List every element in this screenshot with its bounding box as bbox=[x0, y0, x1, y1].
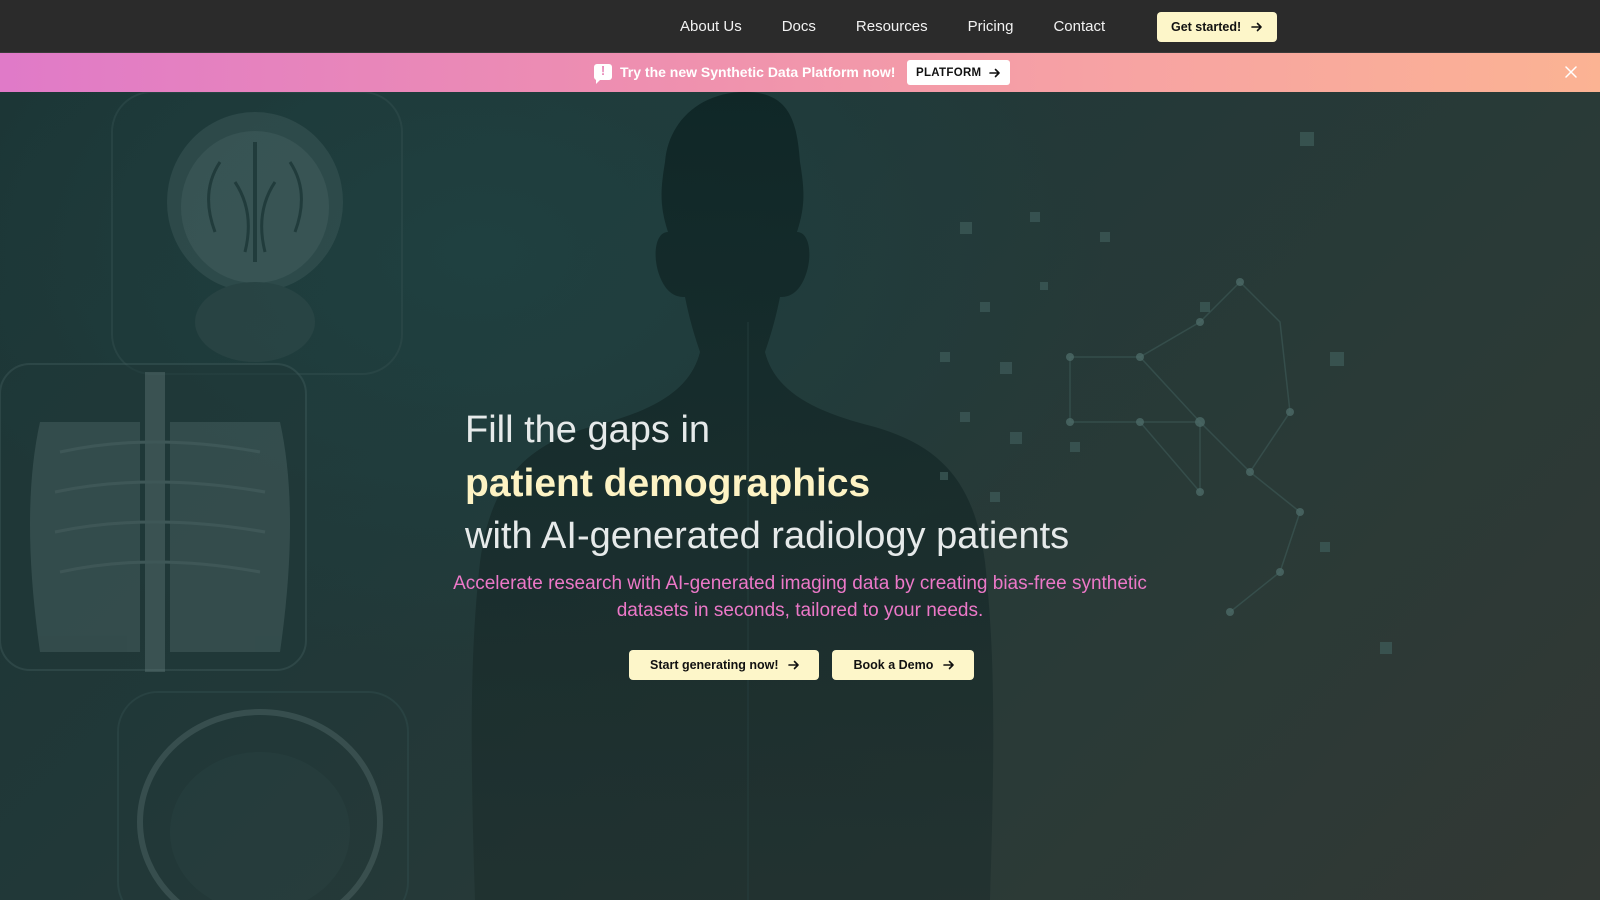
platform-button-label: PLATFORM bbox=[916, 66, 982, 79]
arrow-right-icon bbox=[788, 660, 800, 670]
nav-link-contact[interactable]: Contact bbox=[1033, 18, 1125, 35]
headline-highlight: patient demographics bbox=[465, 462, 871, 505]
announcement-banner: Try the new Synthetic Data Platform now!… bbox=[0, 53, 1600, 92]
close-icon[interactable] bbox=[1562, 63, 1580, 81]
hero-buttons: Start generating now! Book a Demo bbox=[629, 650, 975, 680]
arrow-right-icon bbox=[943, 660, 955, 670]
announcement-icon bbox=[594, 63, 612, 84]
nav-link-pricing[interactable]: Pricing bbox=[948, 18, 1034, 35]
get-started-label: Get started! bbox=[1171, 20, 1242, 34]
nav-link-about-us[interactable]: About Us bbox=[660, 18, 762, 35]
headline-line-1: Fill the gaps in bbox=[465, 409, 711, 451]
platform-button[interactable]: PLATFORM bbox=[907, 60, 1011, 85]
arrow-right-icon bbox=[1251, 22, 1262, 32]
top-navigation: About Us Docs Resources Pricing Contact … bbox=[0, 0, 1600, 53]
hero-section: Fill the gaps in patient demographics wi… bbox=[0, 92, 1600, 900]
nav-link-docs[interactable]: Docs bbox=[762, 18, 836, 35]
arrow-right-icon bbox=[989, 68, 1001, 77]
headline-line-3: with AI-generated radiology patients bbox=[465, 515, 1070, 557]
hero-headline: Fill the gaps in patient demographics wi… bbox=[465, 404, 1225, 563]
nav-links: About Us Docs Resources Pricing Contact bbox=[660, 0, 1125, 53]
get-started-button[interactable]: Get started! bbox=[1157, 12, 1278, 42]
book-demo-button[interactable]: Book a Demo bbox=[832, 650, 975, 680]
book-demo-label: Book a Demo bbox=[853, 658, 934, 672]
banner-text: Try the new Synthetic Data Platform now! bbox=[620, 64, 896, 80]
hero-subheadline: Accelerate research with AI-generated im… bbox=[453, 573, 1147, 621]
start-generating-button[interactable]: Start generating now! bbox=[629, 650, 820, 680]
start-generating-label: Start generating now! bbox=[650, 658, 779, 672]
nav-link-resources[interactable]: Resources bbox=[836, 18, 948, 35]
